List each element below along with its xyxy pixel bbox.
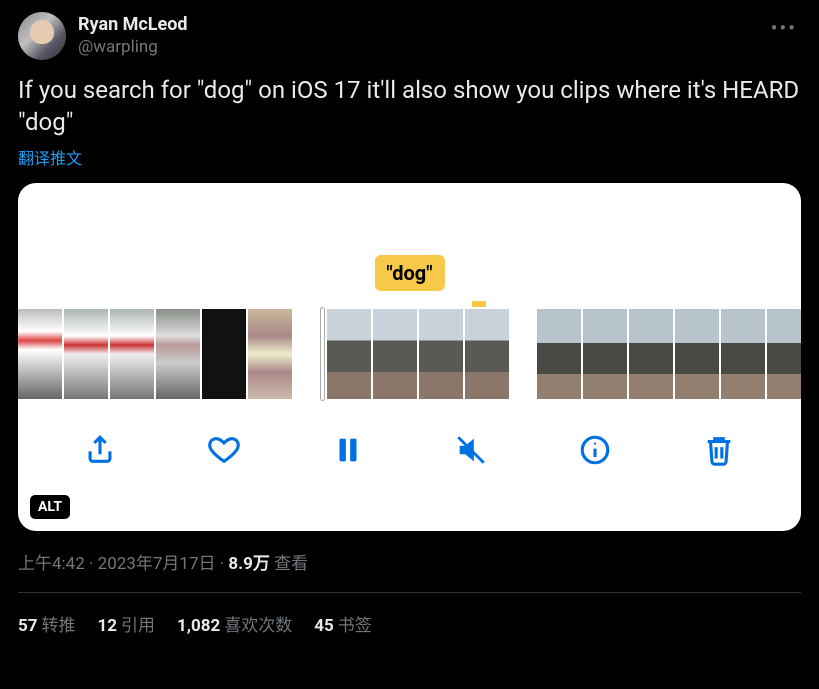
clip-thumbnail xyxy=(767,309,801,399)
author-handle[interactable]: @warpling xyxy=(78,37,188,58)
clip-group xyxy=(537,309,801,399)
clip-thumbnail xyxy=(110,309,154,399)
clip-thumbnail xyxy=(629,309,673,399)
media-toolbar xyxy=(18,411,801,481)
trash-icon[interactable] xyxy=(698,429,740,471)
caption-marker xyxy=(472,301,486,307)
tweet-meta: 上午4:42 · 2023年7月17日 · 8.9万 查看 xyxy=(18,549,801,574)
date-text[interactable]: 2023年7月17日 xyxy=(98,554,216,574)
tweet-body: If you search for "dog" on iOS 17 it'll … xyxy=(18,74,801,139)
clip-thumbnail xyxy=(64,309,108,399)
views-count: 8.9万 xyxy=(228,554,269,574)
media-attachment[interactable]: "dog" xyxy=(18,183,801,531)
retweets-stat[interactable]: 57转推 xyxy=(18,611,76,636)
pause-icon[interactable] xyxy=(327,429,369,471)
clip-thumbnail xyxy=(675,309,719,399)
tweet-header: Ryan McLeod @warpling ••• xyxy=(18,12,801,60)
clip-thumbnail xyxy=(18,309,62,399)
views-label: 查看 xyxy=(274,554,308,574)
playhead[interactable] xyxy=(320,307,325,401)
alt-badge[interactable]: ALT xyxy=(30,495,70,519)
tweet-stats: 57转推 12引用 1,082喜欢次数 45书签 xyxy=(18,611,801,636)
divider xyxy=(18,592,801,593)
clip-thumbnail xyxy=(537,309,581,399)
heart-icon[interactable] xyxy=(203,429,245,471)
bookmarks-label: 书签 xyxy=(338,616,372,636)
quotes-count: 12 xyxy=(98,616,118,636)
mute-icon[interactable] xyxy=(450,429,492,471)
retweets-label: 转推 xyxy=(42,616,76,636)
clip-thumbnail xyxy=(327,309,371,399)
clip-thumbnail xyxy=(202,309,246,399)
clip-thumbnail xyxy=(156,309,200,399)
author-display-name[interactable]: Ryan McLeod xyxy=(78,14,188,37)
clip-thumbnail xyxy=(721,309,765,399)
clip-thumbnail xyxy=(583,309,627,399)
likes-count: 1,082 xyxy=(177,616,220,636)
translate-link[interactable]: 翻译推文 xyxy=(18,145,82,169)
clip-thumbnail xyxy=(248,309,292,399)
author-names: Ryan McLeod @warpling xyxy=(78,12,188,58)
likes-label: 喜欢次数 xyxy=(224,616,292,636)
clip-group xyxy=(320,309,509,399)
bookmarks-count: 45 xyxy=(314,616,334,636)
retweets-count: 57 xyxy=(18,616,38,636)
clip-thumbnail xyxy=(419,309,463,399)
quotes-stat[interactable]: 12引用 xyxy=(98,611,156,636)
time-text[interactable]: 上午4:42 xyxy=(18,554,85,574)
info-icon[interactable] xyxy=(574,429,616,471)
clip-thumbnail xyxy=(465,309,509,399)
tweet-container: Ryan McLeod @warpling ••• If you search … xyxy=(0,0,819,648)
transcript-caption: "dog" xyxy=(374,255,444,291)
clip-thumbnail xyxy=(373,309,417,399)
avatar[interactable] xyxy=(18,12,66,60)
share-icon[interactable] xyxy=(79,429,121,471)
more-icon[interactable]: ••• xyxy=(767,12,801,44)
caption-area: "dog" xyxy=(18,183,801,291)
clip-group xyxy=(18,309,292,399)
video-timeline[interactable] xyxy=(18,291,801,411)
likes-stat[interactable]: 1,082喜欢次数 xyxy=(177,611,292,636)
bookmarks-stat[interactable]: 45书签 xyxy=(314,611,372,636)
quotes-label: 引用 xyxy=(121,616,155,636)
